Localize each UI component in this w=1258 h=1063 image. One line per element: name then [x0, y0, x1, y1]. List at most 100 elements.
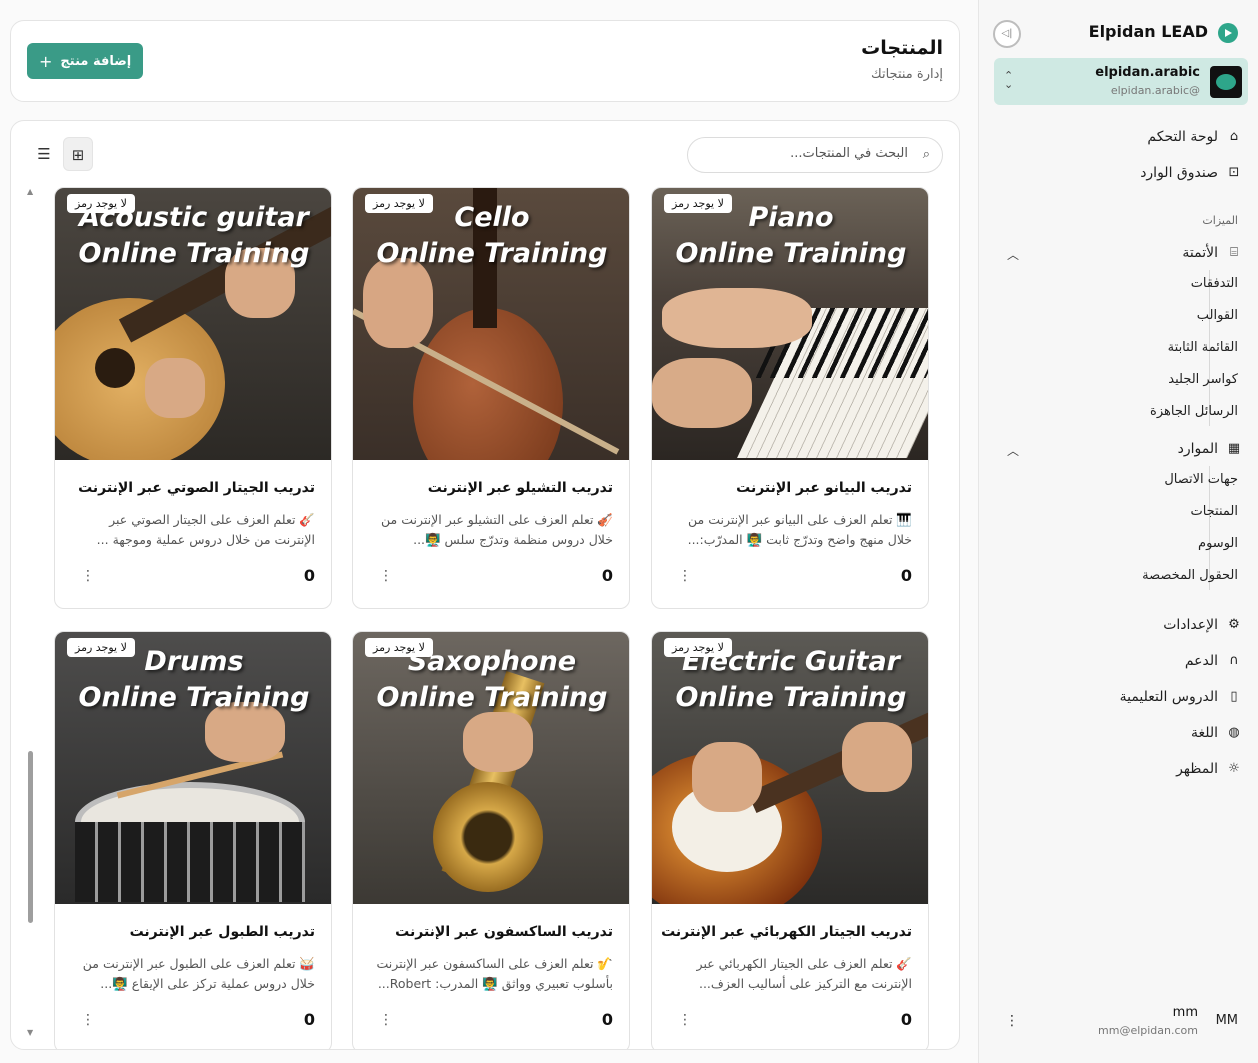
product-card[interactable]: Drums Online Training لا يوجد رمز تدريب ا…	[54, 631, 332, 1049]
user-name: mm	[1172, 1005, 1198, 1020]
product-image: Saxophone Online Training لا يوجد رمز	[353, 632, 629, 904]
scroll-down-arrow-icon[interactable]: ▼	[27, 1028, 33, 1037]
product-description: 🎸 تعلم العزف على الجيتار الصوتي عبر الإنت…	[96, 512, 315, 547]
product-title: تدريب البيانو عبر الإنترنت	[736, 480, 912, 496]
add-product-button[interactable]: إضافة منتج +	[27, 43, 144, 79]
nav-language-label: اللغة	[1190, 725, 1218, 741]
no-code-badge: لا يوجد رمز	[365, 638, 433, 657]
product-title: تدريب الجيتار الكهربائي عبر الإنترنت	[661, 924, 912, 940]
product-description: 🎸 تعلم العزف على الجيتار الكهربائي عبر ال…	[696, 956, 912, 991]
list-view-icon[interactable]: ☰	[29, 137, 59, 171]
product-image: Drums Online Training لا يوجد رمز	[55, 632, 331, 904]
more-vertical-icon[interactable]: ⋮	[379, 1012, 393, 1028]
features-section-label: الميزات	[1202, 214, 1238, 227]
nav-resources[interactable]: ▦ الموارد	[1178, 437, 1242, 461]
nav-tutorials[interactable]: ▯ الدروس التعليمية	[1120, 685, 1242, 709]
product-description: 🎷 تعلم العزف على الساكسفون عبر الإنترنت ب…	[376, 956, 614, 991]
no-code-badge: لا يوجد رمز	[365, 194, 433, 213]
view-toggle: ☰ ⊞	[29, 137, 93, 171]
more-vertical-icon[interactable]: ⋮	[678, 568, 692, 584]
product-description: 🎹 تعلم العزف على البيانو عبر الإنترنت من…	[687, 512, 912, 547]
product-price: 0	[303, 1010, 315, 1029]
product-image: Piano Online Training لا يوجد رمز	[652, 188, 928, 460]
grid-icon: ▦	[1227, 441, 1241, 456]
nav-templates[interactable]: القوالب	[1197, 308, 1238, 323]
globe-icon: ◍	[1228, 725, 1240, 740]
sidebar: Elpidan LEAD |◁ elpidan.arabic @elpidan.…	[978, 0, 1258, 1063]
nav-icebreakers[interactable]: كواسر الجليد	[1168, 372, 1238, 387]
more-vertical-icon[interactable]: ⋮	[81, 1012, 95, 1028]
nav-settings[interactable]: ⚙ الإعدادات	[1163, 613, 1242, 637]
account-switcher[interactable]: elpidan.arabic @elpidan.arabic ⌃ ⌄	[994, 58, 1248, 105]
nav-resources-label: الموارد	[1177, 441, 1218, 457]
plus-icon: +	[39, 51, 53, 71]
nav-dashboard[interactable]: ⌂ لوحة التحكم	[1147, 125, 1242, 149]
nav-custom-fields[interactable]: الحقول المخصصة	[1142, 568, 1238, 583]
search-icon: ⌕	[922, 147, 930, 162]
product-price: 0	[601, 1010, 613, 1029]
no-code-badge: لا يوجد رمز	[67, 194, 135, 213]
nav-persistent-menu[interactable]: القائمة الثابتة	[1168, 340, 1238, 355]
product-title: تدريب الجيتار الصوتي عبر الإنترنت	[78, 480, 315, 496]
nav-dashboard-label: لوحة التحكم	[1147, 129, 1218, 145]
search-input[interactable]	[708, 146, 908, 161]
search-box[interactable]: ⌕	[687, 137, 943, 173]
product-title: تدريب التشيلو عبر الإنترنت	[427, 480, 613, 496]
collapse-sidebar-button[interactable]: |◁	[993, 20, 1021, 48]
no-code-badge: لا يوجد رمز	[664, 638, 732, 657]
nav-settings-label: الإعدادات	[1163, 617, 1218, 633]
sidebar-header: Elpidan LEAD |◁	[993, 18, 1244, 48]
account-handle: @elpidan.arabic	[1110, 84, 1200, 97]
product-title: تدريب الساكسفون عبر الإنترنت	[395, 924, 613, 940]
product-price: 0	[303, 566, 315, 585]
product-price: 0	[900, 566, 912, 585]
chevron-updown-icon: ⌃ ⌄	[1004, 69, 1014, 91]
nav-tags[interactable]: الوسوم	[1198, 536, 1238, 551]
account-avatar	[1210, 66, 1242, 98]
gear-icon: ⚙	[1228, 617, 1240, 632]
product-card[interactable]: Electric Guitar Online Training لا يوجد ر…	[651, 631, 929, 1049]
app-name: Elpidan LEAD	[1088, 22, 1208, 41]
nav-support[interactable]: ∩ الدعم	[1185, 649, 1242, 673]
scrollbar-thumb[interactable]	[28, 751, 33, 923]
nav-language[interactable]: ◍ اللغة	[1191, 721, 1242, 745]
more-vertical-icon[interactable]: ⋮	[379, 568, 393, 584]
product-description: 🎻 تعلم العزف على التشيلو عبر الإنترنت من…	[381, 512, 613, 547]
product-title: تدريب الطبول عبر الإنترنت	[129, 924, 315, 940]
grid-view-icon[interactable]: ⊞	[63, 137, 93, 171]
user-profile[interactable]: MM mm mm@elpidan.com ⋮	[999, 1005, 1242, 1041]
book-icon: ▯	[1230, 689, 1238, 704]
nav-products[interactable]: المنتجات	[1190, 504, 1238, 519]
add-product-label: إضافة منتج	[60, 53, 132, 69]
product-image: Electric Guitar Online Training لا يوجد ر…	[652, 632, 928, 904]
more-vertical-icon[interactable]: ⋮	[81, 568, 95, 584]
nav-contacts[interactable]: جهات الاتصال	[1164, 472, 1238, 487]
page-subtitle: إدارة منتجاتك	[871, 67, 943, 82]
nav-flows[interactable]: التدفقات	[1191, 276, 1238, 291]
nav-support-label: الدعم	[1184, 653, 1218, 669]
product-card[interactable]: Cello Online Training لا يوجد رمز تدريب ا…	[352, 187, 630, 609]
more-vertical-icon[interactable]: ⋮	[678, 1012, 692, 1028]
robot-icon: ⌸	[1230, 245, 1238, 260]
nav-inbox[interactable]: ⊡ صندوق الوارد	[1140, 161, 1242, 185]
nav-automation[interactable]: ⌸ الأتمتة	[1182, 241, 1242, 265]
home-icon: ⌂	[1229, 129, 1239, 144]
product-card[interactable]: Piano Online Training لا يوجد رمز تدريب ا…	[651, 187, 929, 609]
chevron-up-icon[interactable]: ︿	[1007, 246, 1019, 263]
products-panel: ⌕ ☰ ⊞ ▲ ▼ PianoOnline Training لا يوجد ر…	[10, 120, 960, 1050]
chevron-up-icon[interactable]: ︿	[1007, 442, 1019, 459]
product-image: Acoustic guitar Online Training لا يوجد ر…	[55, 188, 331, 460]
nav-canned-replies[interactable]: الرسائل الجاهزة	[1150, 404, 1238, 419]
more-vertical-icon[interactable]: ⋮	[1005, 1013, 1019, 1029]
scroll-up-arrow-icon[interactable]: ▲	[27, 187, 33, 196]
inbox-icon: ⊡	[1228, 165, 1240, 180]
product-card[interactable]: Saxophone Online Training لا يوجد رمز تدر…	[352, 631, 630, 1049]
user-email: mm@elpidan.com	[1098, 1024, 1198, 1037]
page-title: المنتجات	[861, 37, 943, 59]
product-card[interactable]: Acoustic guitar Online Training لا يوجد ر…	[54, 187, 332, 609]
nav-tutorials-label: الدروس التعليمية	[1119, 689, 1218, 705]
scrollbar[interactable]: ▲ ▼	[27, 187, 35, 1037]
nav-appearance[interactable]: ☼ المظهر	[1176, 757, 1242, 781]
page-header: المنتجات إدارة منتجاتك إضافة منتج +	[10, 20, 960, 102]
no-code-badge: لا يوجد رمز	[67, 638, 135, 657]
